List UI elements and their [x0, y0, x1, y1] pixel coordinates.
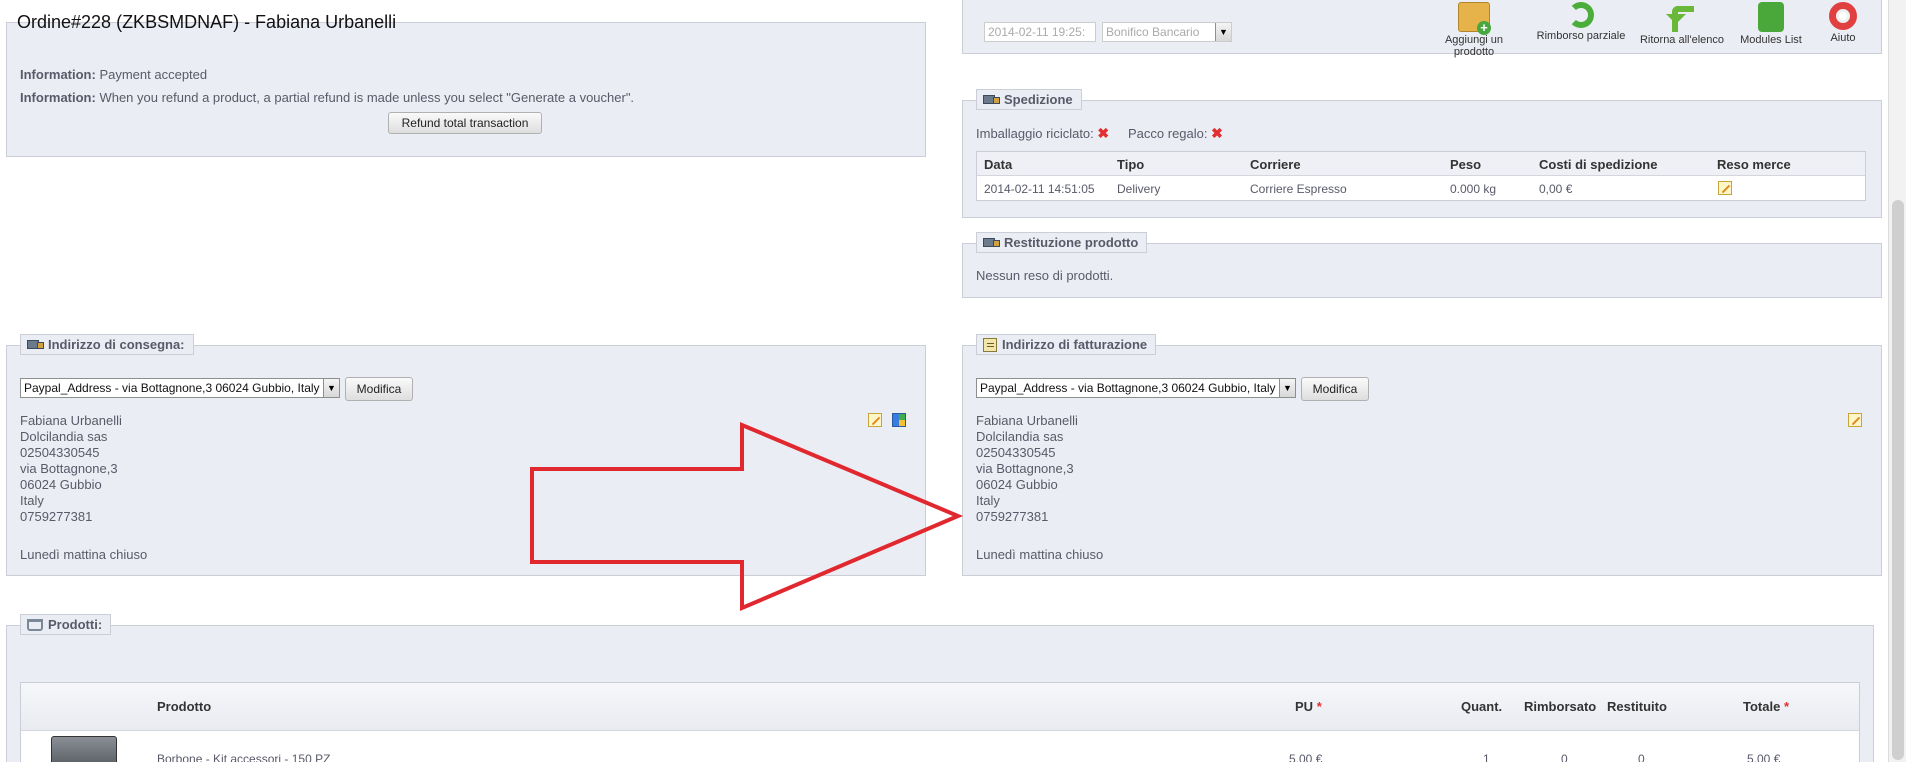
annotation-arrow — [530, 421, 964, 612]
scrollbar-thumb[interactable] — [1892, 200, 1904, 760]
page-scrollbar[interactable] — [1888, 0, 1906, 762]
